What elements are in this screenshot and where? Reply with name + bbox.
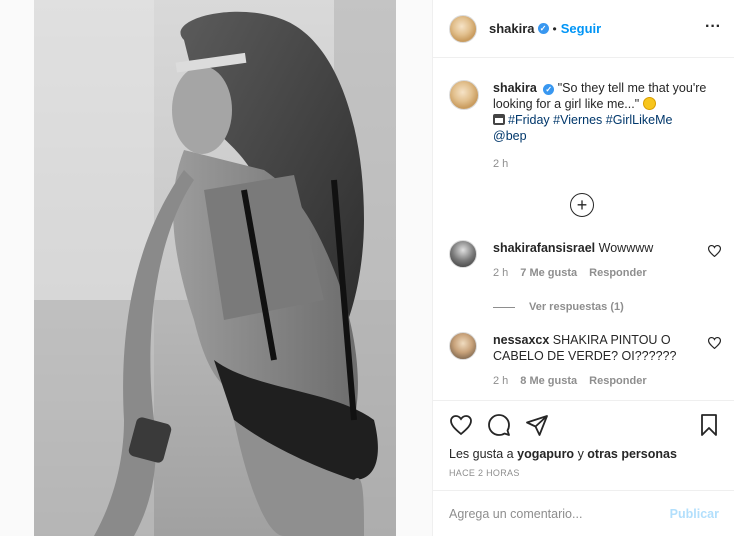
post-header: shakira ✓ • Seguir ···: [433, 0, 734, 58]
likes-join: y: [577, 447, 584, 461]
view-replies-label: Ver respuestas (1): [529, 301, 624, 313]
caption-text: shakira ✓ "So they tell me that you're l…: [493, 80, 725, 172]
action-icons: [449, 413, 549, 437]
author-avatar[interactable]: [449, 14, 477, 43]
comment-text: shakirafansisrael Wowwww: [493, 240, 725, 256]
other-likers-link[interactable]: otras personas: [587, 447, 677, 461]
hashtag-girllikeme[interactable]: #GirlLikeMe: [606, 113, 673, 127]
follow-button[interactable]: Seguir: [561, 21, 601, 36]
comment-username[interactable]: nessaxcx: [493, 333, 549, 347]
add-comment-bar: Publicar: [433, 490, 734, 536]
calendar-emoji-icon: [493, 114, 505, 125]
likes-summary: Les gusta a yogapuro y otras personas: [449, 447, 677, 461]
comment-bubble-icon[interactable]: [487, 413, 511, 437]
comment-item: shakirafansisrael Wowwww 2 h 7 Me gusta …: [449, 240, 725, 279]
bookmark-icon: [701, 414, 717, 436]
reply-button[interactable]: Responder: [589, 267, 646, 279]
more-options-icon[interactable]: ···: [705, 18, 721, 36]
caption-avatar[interactable]: [449, 80, 479, 110]
header-separator: •: [552, 21, 557, 36]
like-comment-heart-icon[interactable]: [708, 337, 721, 349]
hashtag-friday[interactable]: #Friday: [508, 113, 550, 127]
comment-time[interactable]: 2 h: [493, 267, 508, 279]
caption-timestamp[interactable]: 2 h: [493, 156, 725, 172]
like-comment-heart-icon[interactable]: [708, 245, 721, 257]
post-side-panel: shakira ✓ • Seguir ··· shakira ✓ "So the…: [432, 0, 734, 536]
mention-bep[interactable]: @bep: [493, 129, 527, 143]
caption-username[interactable]: shakira: [493, 81, 537, 95]
replies-divider-line: [493, 306, 515, 308]
plus-icon: +: [576, 195, 588, 215]
comment-message: Wowwww: [598, 241, 654, 255]
view-replies-button[interactable]: Ver respuestas (1): [493, 301, 624, 313]
comments-section[interactable]: shakira ✓ "So they tell me that you're l…: [433, 58, 734, 400]
like-heart-icon[interactable]: [449, 413, 473, 437]
comment-likes[interactable]: 7 Me gusta: [520, 267, 577, 279]
comment-text: nessaxcx SHAKIRA PINTOU O CABELO DE VERD…: [493, 332, 725, 364]
comment-likes[interactable]: 8 Me gusta: [520, 375, 577, 387]
liker-username[interactable]: yogapuro: [517, 447, 574, 461]
post-caption: shakira ✓ "So they tell me that you're l…: [449, 80, 725, 172]
likes-prefix: Les gusta a: [449, 447, 514, 461]
reply-button[interactable]: Responder: [589, 375, 646, 387]
author-username[interactable]: shakira: [489, 21, 535, 36]
comment-time[interactable]: 2 h: [493, 375, 508, 387]
publish-button[interactable]: Publicar: [670, 507, 719, 521]
post-photo[interactable]: [34, 0, 396, 536]
comment-meta: 2 h 8 Me gusta Responder: [493, 375, 725, 387]
verified-badge-icon: ✓: [537, 23, 549, 34]
hashtag-viernes[interactable]: #Viernes: [553, 113, 602, 127]
photo-illustration: [34, 0, 396, 536]
smiling-face-emoji-icon: [642, 97, 656, 110]
comment-item: nessaxcx SHAKIRA PINTOU O CABELO DE VERD…: [449, 332, 725, 387]
comment-input[interactable]: [449, 506, 670, 521]
verified-badge-icon: ✓: [543, 84, 555, 95]
post-time-ago[interactable]: HACE 2 HORAS: [449, 468, 520, 478]
comment-username[interactable]: shakirafansisrael: [493, 241, 595, 255]
post-actions: Les gusta a yogapuro y otras personas HA…: [433, 400, 734, 496]
save-bookmark-button[interactable]: [697, 413, 721, 437]
comment-avatar[interactable]: [449, 332, 477, 360]
instagram-post-page: shakira ✓ • Seguir ··· shakira ✓ "So the…: [0, 0, 734, 536]
load-more-comments-button[interactable]: +: [570, 193, 594, 217]
comment-avatar[interactable]: [449, 240, 477, 268]
comment-meta: 2 h 7 Me gusta Responder: [493, 267, 725, 279]
share-send-icon[interactable]: [525, 413, 549, 437]
